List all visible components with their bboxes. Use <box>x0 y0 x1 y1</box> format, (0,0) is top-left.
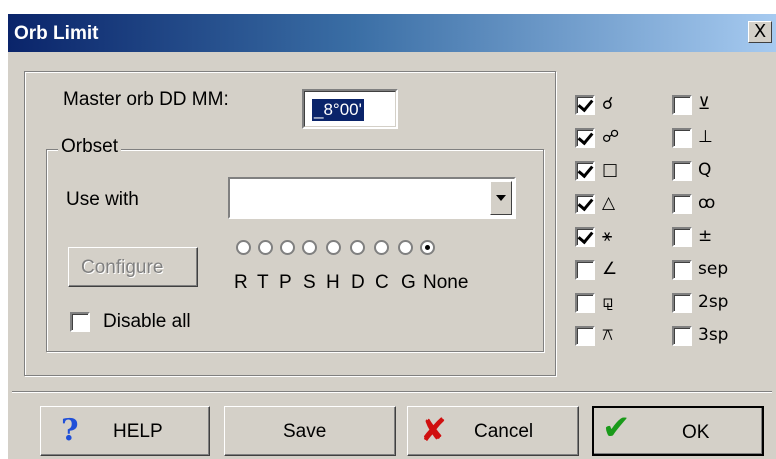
aspect-symbol: △ <box>602 193 616 213</box>
aspect-checkbox[interactable] <box>575 260 595 280</box>
aspect-checkbox[interactable] <box>575 293 595 313</box>
cancel-label: Cancel <box>474 421 534 442</box>
configure-label: Configure <box>81 257 164 278</box>
disable-all-checkbox[interactable] <box>70 312 90 332</box>
aspect-checkbox[interactable] <box>672 260 692 280</box>
orbset-radio-label: G <box>401 272 416 293</box>
master-orb-field[interactable]: _8°00' <box>302 89 398 129</box>
aspect-checkbox[interactable] <box>575 95 595 115</box>
aspect-checkbox[interactable] <box>575 227 595 247</box>
help-label: HELP <box>113 421 163 442</box>
use-with-select[interactable] <box>228 177 516 219</box>
aspect-symbol: ⊥ <box>698 127 713 147</box>
orbset-radio-label: P <box>279 272 292 293</box>
orbset-radio-p[interactable] <box>280 240 295 255</box>
orbset-radio-label: R <box>234 272 248 293</box>
orbset-radio-label: C <box>375 272 389 293</box>
save-label: Save <box>283 421 327 442</box>
use-with-label: Use with <box>66 189 139 210</box>
orbset-radio-label: T <box>257 272 269 293</box>
aspect-checkbox[interactable] <box>672 161 692 181</box>
checkmark-icon: ✔ <box>602 408 631 448</box>
orbset-radio-label: H <box>326 272 340 293</box>
help-icon: ? <box>61 413 79 448</box>
configure-button[interactable]: Configure <box>68 247 198 287</box>
aspect-checkbox[interactable] <box>672 227 692 247</box>
orbset-radio-d[interactable] <box>350 240 365 255</box>
aspect-checkbox[interactable] <box>575 194 595 214</box>
aspect-checkbox[interactable] <box>672 326 692 346</box>
aspect-symbol: □ <box>602 160 619 180</box>
aspect-symbol: sep <box>698 259 729 279</box>
aspect-symbol: ⚻ <box>602 325 614 345</box>
divider <box>12 391 772 393</box>
aspect-symbol: 3sp <box>698 325 729 345</box>
aspect-symbol: ⊻ <box>698 94 711 114</box>
orbset-radio-h[interactable] <box>326 240 341 255</box>
orbset-radio-s[interactable] <box>302 240 317 255</box>
aspect-checkbox[interactable] <box>672 128 692 148</box>
aspect-symbol: Q <box>698 160 712 180</box>
save-button[interactable]: Save <box>224 406 396 456</box>
orbset-radio-c[interactable] <box>374 240 389 255</box>
cancel-icon: ✘ <box>420 411 447 449</box>
aspect-symbol: ꝏ <box>698 193 716 213</box>
aspect-checkbox[interactable] <box>672 194 692 214</box>
orbset-radio-label: S <box>303 272 316 293</box>
ok-button[interactable]: ✔ OK <box>592 406 764 456</box>
title-bar[interactable]: Orb Limit X <box>8 14 776 52</box>
aspect-checkbox[interactable] <box>575 326 595 346</box>
disable-all-label: Disable all <box>103 311 191 332</box>
aspect-symbol: ☍ <box>602 127 620 147</box>
orbset-radio-r[interactable] <box>236 240 251 255</box>
aspect-checkbox[interactable] <box>672 293 692 313</box>
help-button[interactable]: ? HELP <box>40 406 210 456</box>
aspect-checkbox[interactable] <box>575 128 595 148</box>
aspect-symbol: ± <box>698 226 713 246</box>
aspect-symbol: ⚼ <box>602 292 614 312</box>
close-icon: X <box>753 21 767 42</box>
orbset-legend: Orbset <box>58 136 122 158</box>
aspect-symbol: ∠ <box>602 259 618 279</box>
orbset-radio-label: D <box>351 272 365 293</box>
orbset-radio-g[interactable] <box>398 240 413 255</box>
aspect-symbol: ☌ <box>602 94 614 114</box>
orbset-radio-label: None <box>423 272 469 293</box>
chevron-down-icon[interactable] <box>490 181 512 215</box>
aspect-checkbox[interactable] <box>575 161 595 181</box>
cancel-button[interactable]: ✘ Cancel <box>407 406 579 456</box>
orbset-radio-none[interactable] <box>420 240 435 255</box>
orbset-radio-t[interactable] <box>258 240 273 255</box>
aspect-symbol: ⚹ <box>602 226 613 246</box>
ok-label: OK <box>682 422 710 443</box>
aspect-checkbox[interactable] <box>672 95 692 115</box>
master-orb-label: Master orb DD MM: <box>63 89 229 110</box>
close-button[interactable]: X <box>748 21 772 43</box>
orb-limit-dialog: Orb Limit X Master orb DD MM: _8°00' Orb… <box>8 14 776 459</box>
master-orb-value: _8°00' <box>312 99 364 121</box>
aspect-symbol: 2sp <box>698 292 729 312</box>
window-title: Orb Limit <box>14 23 99 44</box>
